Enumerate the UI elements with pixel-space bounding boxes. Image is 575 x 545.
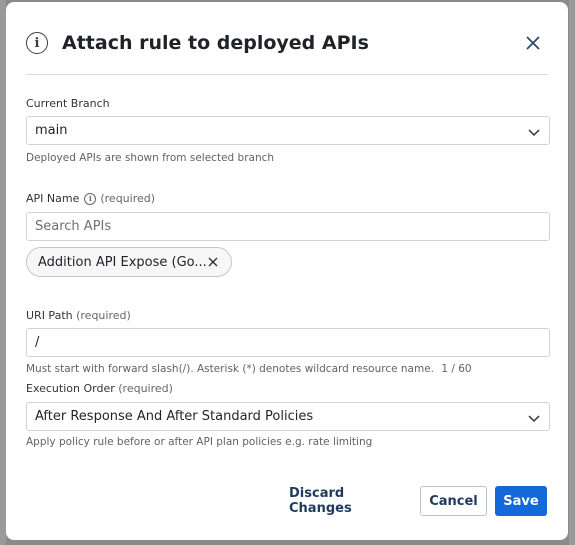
- dialog-header: i Attach rule to deployed APIs: [26, 27, 548, 59]
- dialog-title: Attach rule to deployed APIs: [62, 32, 369, 54]
- uri-path-help-text: Must start with forward slash(/). Asteri…: [26, 363, 435, 375]
- execution-order-required: (required): [118, 382, 173, 395]
- uri-path-label-text: URI Path: [26, 309, 73, 322]
- branch-select[interactable]: main: [26, 116, 550, 145]
- uri-path-input[interactable]: /: [26, 328, 550, 357]
- discard-changes-button[interactable]: Discard Changes: [289, 486, 404, 516]
- backdrop-right: [569, 0, 575, 545]
- info-circle-icon: i: [26, 32, 48, 54]
- execution-order-help: Apply policy rule before or after API pl…: [26, 436, 373, 448]
- info-icon[interactable]: i: [84, 193, 97, 205]
- execution-order-select[interactable]: After Response And After Standard Polici…: [26, 402, 550, 431]
- cancel-button[interactable]: Cancel: [420, 486, 487, 516]
- uri-path-counter: 1 / 60: [441, 363, 472, 375]
- search-apis-input[interactable]: Search APIs: [26, 212, 550, 241]
- close-icon: [526, 36, 540, 50]
- save-button[interactable]: Save: [495, 486, 547, 516]
- close-button[interactable]: [521, 31, 545, 55]
- remove-chip-icon[interactable]: [207, 256, 219, 268]
- chevron-down-icon: [528, 129, 540, 137]
- attach-rule-dialog: i Attach rule to deployed APIs Current B…: [6, 2, 568, 540]
- execution-order-label: Execution Order (required): [26, 382, 173, 395]
- execution-order-label-text: Execution Order: [26, 382, 115, 395]
- uri-path-help: Must start with forward slash(/). Asteri…: [26, 363, 472, 375]
- branch-label: Current Branch: [26, 97, 110, 110]
- api-name-label-text: API Name: [26, 192, 80, 205]
- header-divider: [26, 74, 548, 75]
- search-apis-placeholder: Search APIs: [35, 219, 112, 234]
- api-name-required: (required): [100, 192, 156, 205]
- selected-api-chip-label: Addition API Expose (Go...: [38, 254, 207, 270]
- api-name-label: API Name i (required): [26, 192, 155, 205]
- selected-api-chip: Addition API Expose (Go...: [26, 247, 232, 277]
- uri-path-required: (required): [76, 309, 131, 322]
- branch-value: main: [35, 123, 68, 138]
- uri-path-value: /: [35, 335, 40, 350]
- uri-path-label: URI Path (required): [26, 309, 131, 322]
- branch-help-text: Deployed APIs are shown from selected br…: [26, 152, 275, 164]
- execution-order-value: After Response And After Standard Polici…: [35, 409, 314, 424]
- chevron-down-icon: [528, 415, 540, 423]
